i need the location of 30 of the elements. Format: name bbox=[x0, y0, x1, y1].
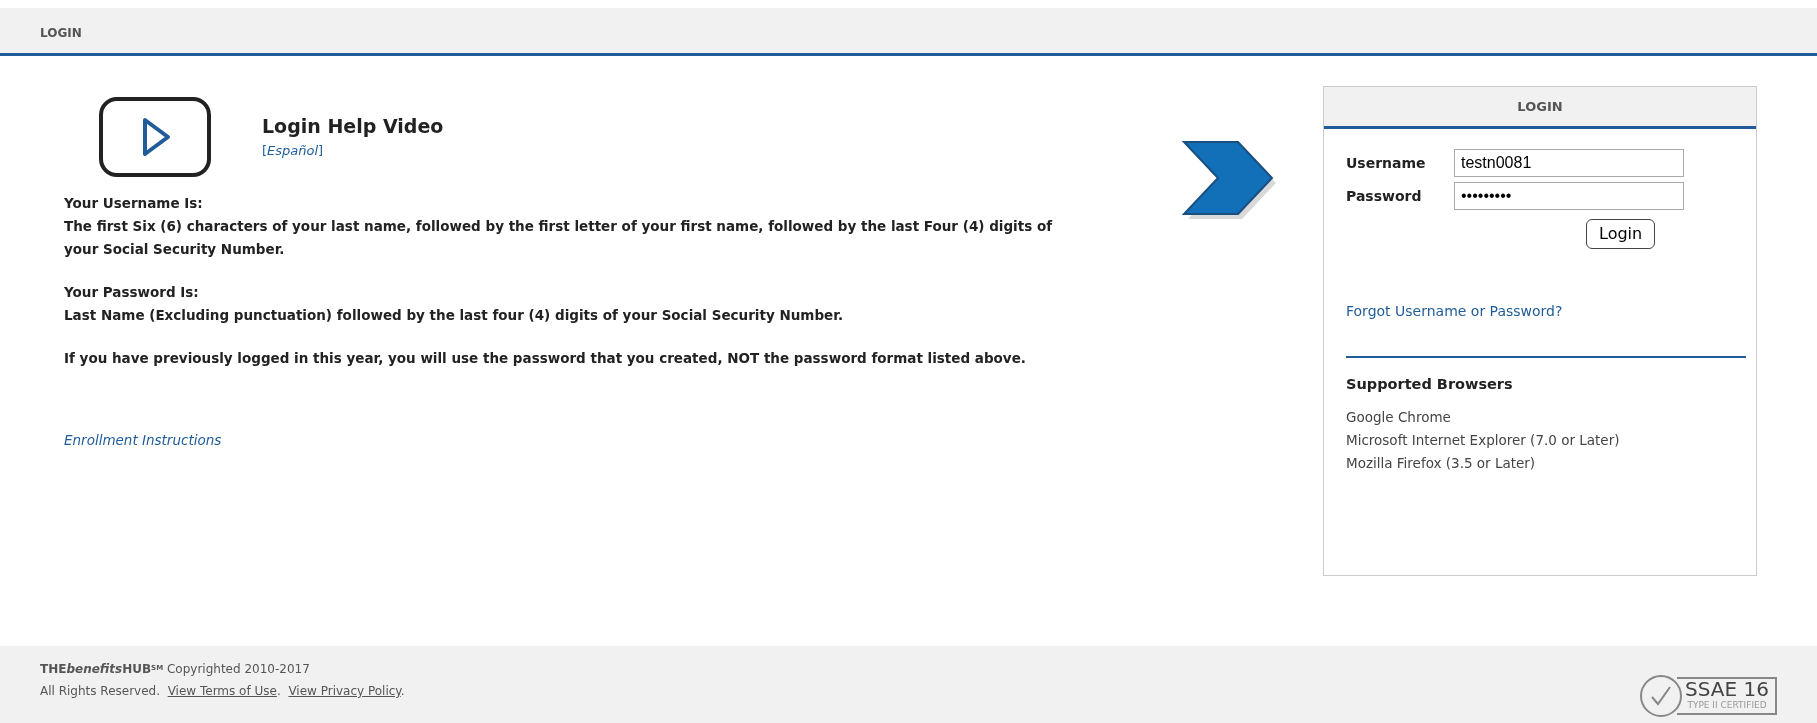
checkmark-circle-icon bbox=[1639, 673, 1684, 718]
play-video-icon[interactable] bbox=[98, 96, 212, 178]
browser-item: Mozilla Firefox (3.5 or Later) bbox=[1346, 453, 1537, 473]
video-title: Login Help Video bbox=[262, 114, 444, 139]
brand-name: THEbenefitsHUB$^{SM}$ bbox=[40, 662, 164, 676]
username-field[interactable]: testn0081 bbox=[1454, 149, 1684, 177]
browser-item: Google Chrome bbox=[1346, 407, 1452, 427]
language-link-line: [Español] bbox=[262, 141, 325, 160]
instruction-text: Last Name (Excluding punctuation) followed by the last four (4) digits of your Social Security Number. bbox=[64, 306, 845, 325]
enrollment-link[interactable]: Enrollment Instructions bbox=[64, 430, 222, 451]
copyright-text: Copyrighted 2010-2017 bbox=[166, 662, 310, 676]
panel-title: LOGIN bbox=[1517, 99, 1563, 114]
password-field[interactable]: ••••••••• bbox=[1454, 182, 1684, 210]
instruction-text: If you have previously logged in this year, you will use the password that you created, NOT the password format listed above. bbox=[64, 349, 1027, 368]
instruction-heading: Your Username Is: bbox=[64, 194, 204, 213]
rights-text: All Rights Reserved. bbox=[40, 684, 161, 698]
instruction-text: The first Six (6) characters of your last name, followed by the first letter of your first name, followed by the last Four (4) digits of your Social Security Number. bbox=[64, 217, 1054, 259]
instruction-heading: Your Password Is: bbox=[64, 283, 200, 302]
privacy-link[interactable]: View Privacy Policy bbox=[288, 684, 401, 698]
browser-item: Microsoft Internet Explorer (7.0 or Later) bbox=[1346, 430, 1621, 450]
password-label: Password bbox=[1346, 186, 1423, 206]
forgot-credentials-link[interactable]: Forgot Username or Password? bbox=[1346, 301, 1563, 322]
period-text: . bbox=[276, 684, 281, 698]
username-label: Username bbox=[1346, 153, 1427, 173]
page-title: LOGIN bbox=[40, 26, 82, 40]
browsers-heading: Supported Browsers bbox=[1346, 375, 1514, 394]
terms-link[interactable]: View Terms of Use bbox=[167, 684, 277, 698]
login-button[interactable]: Login bbox=[1586, 219, 1656, 249]
language-link[interactable]: Español bbox=[267, 142, 319, 158]
certification-badge: SSAE 16 TYPE II CERTIFIED bbox=[1677, 676, 1777, 715]
